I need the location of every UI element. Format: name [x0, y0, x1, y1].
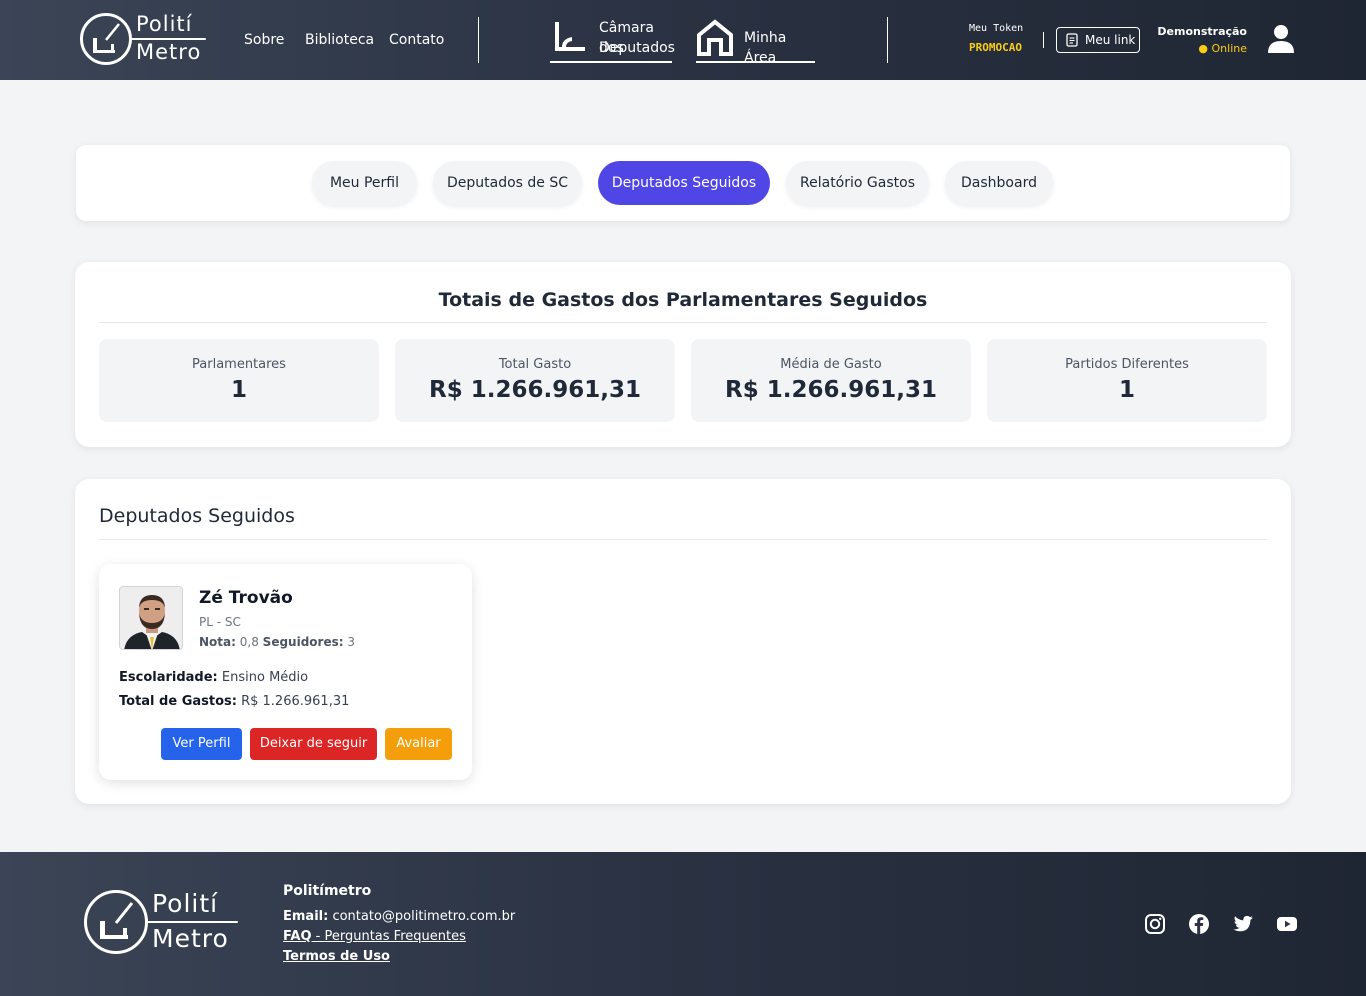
tab-deputados-seguidos[interactable]: Deputados Seguidos — [598, 161, 770, 205]
user-name: Demonstração — [1157, 25, 1247, 38]
stat-value: R$ 1.266.961,31 — [429, 377, 641, 403]
nav-camara-deputados[interactable]: Câmara dos Deputados — [550, 16, 675, 63]
nav-contato[interactable]: Contato — [389, 32, 444, 48]
profile-tabs-bar: Meu Perfil Deputados de SC Deputados Seg… — [76, 145, 1290, 221]
tab-dashboard[interactable]: Dashboard — [945, 161, 1053, 205]
logo-text-top: Polití — [136, 12, 193, 36]
spend-value: R$ 1.266.961,31 — [241, 694, 350, 709]
email-value[interactable]: contato@politimetro.com.br — [332, 909, 515, 924]
stat-value: 1 — [1118, 377, 1135, 403]
chamber-icon — [555, 22, 585, 51]
logo-gauge-icon — [80, 13, 132, 65]
email-label: Email: — [283, 909, 329, 924]
token-label: Meu Token — [969, 23, 1024, 34]
followers-value: 3 — [347, 635, 355, 649]
twitter-icon[interactable] — [1232, 913, 1254, 935]
faq-link[interactable]: FAQ - Perguntas Frequentes — [283, 929, 466, 944]
tab-deputados-sc[interactable]: Deputados de SC — [433, 161, 582, 205]
user-status: ● Online — [1198, 42, 1247, 55]
logo-text-bottom: Metro — [136, 40, 202, 64]
site-logo[interactable]: Polití Metro — [80, 11, 210, 67]
tab-relatorio-gastos[interactable]: Relatório Gastos — [786, 161, 929, 205]
facebook-icon[interactable] — [1188, 913, 1210, 935]
deputy-rating: Nota: 0,8 Seguidores: 3 — [199, 635, 355, 649]
deputy-party: PL - SC — [199, 615, 241, 629]
rating-label: Nota: — [199, 635, 236, 649]
deputy-photo[interactable] — [119, 586, 183, 650]
logo-gauge-icon — [84, 890, 148, 954]
stat-value: R$ 1.266.961,31 — [725, 377, 937, 403]
top-header: Polití Metro Sobre Biblioteca Contato Câ… — [0, 0, 1366, 80]
my-link-label: Meu link — [1085, 33, 1136, 47]
followed-deputies-section: Deputados Seguidos Zé Trovão PL - SC Not… — [75, 479, 1291, 804]
stat-label: Parlamentares — [192, 357, 286, 372]
logo-text-bottom: Metro — [152, 924, 229, 953]
stat-value: 1 — [230, 377, 247, 403]
header-divider-right — [887, 17, 888, 63]
nav-biblioteca[interactable]: Biblioteca — [305, 32, 374, 48]
unfollow-button[interactable]: Deixar de seguir — [250, 728, 377, 760]
stat-parlamentares: Parlamentares 1 — [99, 339, 379, 422]
deputy-name: Zé Trovão — [199, 588, 293, 608]
spend-label: Total de Gastos: — [119, 694, 237, 709]
footer-title: Politímetro — [283, 883, 372, 899]
followers-label: Seguidores: — [262, 635, 344, 649]
my-link-button[interactable]: Meu link — [1056, 27, 1140, 53]
deputy-card: Zé Trovão PL - SC Nota: 0,8 Seguidores: … — [99, 564, 472, 780]
camara-label-2: Deputados — [599, 40, 675, 56]
stat-label: Média de Gasto — [780, 357, 882, 372]
home-icon — [697, 19, 733, 56]
user-avatar-icon[interactable] — [1268, 24, 1294, 54]
terms-link[interactable]: Termos de Uso — [283, 949, 390, 964]
deputy-education: Escolaridade: Ensino Médio — [119, 670, 308, 685]
nav-sobre[interactable]: Sobre — [244, 32, 284, 48]
deputy-spend: Total de Gastos: R$ 1.266.961,31 — [119, 694, 349, 709]
instagram-icon[interactable] — [1144, 913, 1166, 935]
stat-media-gasto: Média de Gasto R$ 1.266.961,31 — [691, 339, 971, 422]
header-divider-left — [478, 17, 479, 63]
logo-text-top: Polití — [152, 889, 219, 918]
faq-text: - Perguntas Frequentes — [311, 929, 466, 944]
stat-partidos: Partidos Diferentes 1 — [987, 339, 1267, 422]
education-label: Escolaridade: — [119, 670, 218, 685]
tab-meu-perfil[interactable]: Meu Perfil — [312, 161, 417, 205]
document-icon — [1066, 33, 1078, 47]
youtube-icon[interactable] — [1276, 913, 1298, 935]
faq-label: FAQ — [283, 929, 312, 944]
stat-label: Partidos Diferentes — [1065, 357, 1189, 372]
minha-area-label: Minha Área — [744, 30, 787, 66]
education-value: Ensino Médio — [221, 670, 309, 685]
view-profile-button[interactable]: Ver Perfil — [161, 728, 242, 760]
section-title: Deputados Seguidos — [99, 505, 295, 527]
totals-divider — [99, 322, 1267, 323]
site-footer: Polití Metro Politímetro Email: contato@… — [0, 852, 1366, 996]
totals-card: Totais de Gastos dos Parlamentares Segui… — [75, 262, 1291, 447]
token-divider — [1043, 32, 1044, 48]
nav-minha-area[interactable]: Minha Área — [696, 16, 815, 66]
stat-label: Total Gasto — [498, 357, 572, 372]
footer-email: Email: contato@politimetro.com.br — [283, 909, 515, 924]
rating-value: 0,8 — [239, 635, 259, 649]
totals-title: Totais de Gastos dos Parlamentares Segui… — [438, 289, 928, 311]
token-value: PROMOCAO — [969, 41, 1022, 54]
footer-logo[interactable]: Polití Metro — [84, 888, 244, 956]
rate-button[interactable]: Avaliar — [385, 728, 452, 760]
section-divider — [99, 539, 1267, 540]
stat-total-gasto: Total Gasto R$ 1.266.961,31 — [395, 339, 675, 422]
logo-divider — [146, 921, 238, 923]
